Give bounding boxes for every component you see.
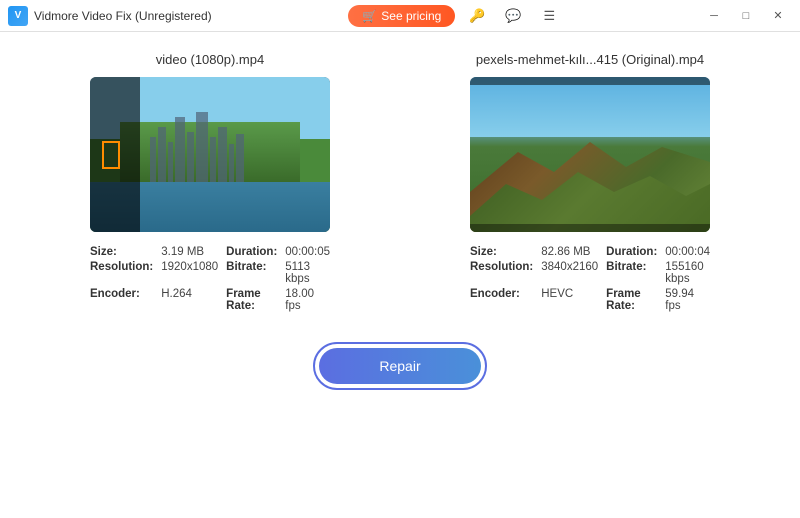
right-encoder-label: Encoder: [470, 288, 533, 312]
orange-square [102, 141, 120, 169]
left-resolution-value: 1920x1080 [161, 261, 218, 285]
window-controls: ─ □ ✕ [700, 2, 792, 30]
building [229, 144, 234, 182]
key-icon-button[interactable]: 🔑 [463, 2, 491, 30]
left-encoder-value: H.264 [161, 288, 218, 312]
minimize-icon: ─ [710, 10, 718, 22]
chat-icon: 💬 [505, 8, 521, 24]
building [210, 137, 216, 182]
right-framerate-value: 59.94 fps [665, 288, 710, 312]
left-video-title: video (1080p).mp4 [156, 52, 264, 67]
building [158, 127, 166, 182]
left-framerate-value: 18.00 fps [285, 288, 330, 312]
left-thumb-bg [90, 77, 330, 232]
building [218, 127, 227, 182]
repair-area: Repair [313, 342, 486, 390]
maximize-icon: □ [743, 10, 750, 22]
left-framerate-label: Frame Rate: [226, 288, 277, 312]
right-bitrate-value: 155160 kbps [665, 261, 710, 285]
right-video-info: Size: 82.86 MB Duration: 00:00:04 Resolu… [470, 246, 710, 312]
right-video-thumbnail [470, 77, 710, 232]
minimize-button[interactable]: ─ [700, 2, 728, 30]
key-icon: 🔑 [469, 8, 485, 24]
titlebar-center: 🛒 See pricing 🔑 💬 ☰ [348, 2, 563, 30]
building [150, 137, 156, 182]
menu-icon: ☰ [543, 8, 555, 24]
right-thumb-bg [470, 77, 710, 232]
dark-bottom-bar [470, 224, 710, 232]
building [196, 112, 208, 182]
building [236, 134, 244, 182]
building [175, 117, 185, 182]
left-resolution-label: Resolution: [90, 261, 153, 285]
chat-icon-button[interactable]: 💬 [499, 2, 527, 30]
right-resolution-value: 3840x2160 [541, 261, 598, 285]
left-size-label: Size: [90, 246, 153, 258]
right-video-title: pexels-mehmet-kılı...415 (Original).mp4 [476, 52, 704, 67]
left-duration-label: Duration: [226, 246, 277, 258]
titlebar-left: V Vidmore Video Fix (Unregistered) [8, 6, 212, 26]
left-bitrate-value: 5113 kbps [285, 261, 330, 285]
right-encoder-value: HEVC [541, 288, 598, 312]
titlebar: V Vidmore Video Fix (Unregistered) 🛒 See… [0, 0, 800, 32]
dark-top-bar [470, 77, 710, 85]
building [187, 132, 194, 182]
left-video-info: Size: 3.19 MB Duration: 00:00:05 Resolut… [90, 246, 330, 312]
city-skyline [150, 112, 320, 182]
menu-icon-button[interactable]: ☰ [535, 2, 563, 30]
left-duration-value: 00:00:05 [285, 246, 330, 258]
repair-button[interactable]: Repair [319, 348, 480, 384]
cart-icon: 🛒 [362, 9, 377, 23]
app-title: Vidmore Video Fix (Unregistered) [34, 9, 212, 23]
left-encoder-label: Encoder: [90, 288, 153, 312]
left-video-thumbnail [90, 77, 330, 232]
right-size-label: Size: [470, 246, 533, 258]
right-framerate-label: Frame Rate: [606, 288, 657, 312]
right-video-panel: pexels-mehmet-kılı...415 (Original).mp4 … [430, 52, 750, 312]
right-bitrate-label: Bitrate: [606, 261, 657, 285]
right-duration-value: 00:00:04 [665, 246, 710, 258]
app-logo: V [8, 6, 28, 26]
right-resolution-label: Resolution: [470, 261, 533, 285]
pricing-button[interactable]: 🛒 See pricing [348, 5, 455, 27]
repair-btn-wrapper: Repair [313, 342, 486, 390]
right-duration-label: Duration: [606, 246, 657, 258]
left-video-panel: video (1080p).mp4 [50, 52, 370, 312]
close-button[interactable]: ✕ [764, 2, 792, 30]
sky-bg [470, 77, 710, 137]
left-size-value: 3.19 MB [161, 246, 218, 258]
right-size-value: 82.86 MB [541, 246, 598, 258]
maximize-button[interactable]: □ [732, 2, 760, 30]
left-bitrate-label: Bitrate: [226, 261, 277, 285]
pricing-label: See pricing [381, 9, 441, 23]
building [168, 142, 173, 182]
main-content: video (1080p).mp4 [0, 32, 800, 518]
videos-row: video (1080p).mp4 [40, 52, 760, 312]
close-icon: ✕ [773, 9, 782, 22]
